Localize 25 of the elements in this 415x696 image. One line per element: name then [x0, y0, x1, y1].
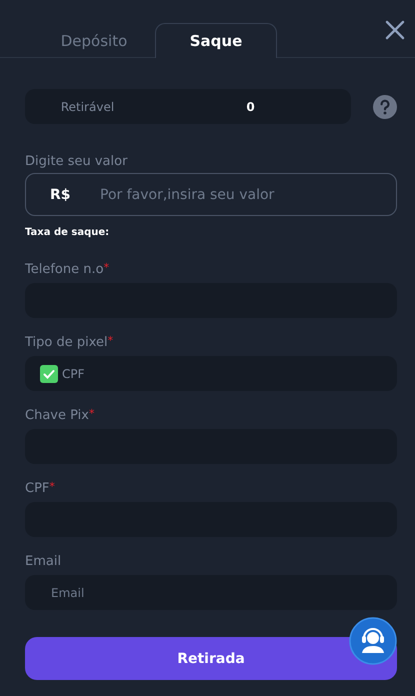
required-mark: *: [108, 335, 114, 346]
required-mark: *: [88, 408, 94, 419]
currency-label: R$: [50, 186, 72, 202]
tab[interactable]: Saque: [155, 23, 277, 58]
amount-input[interactable]: Por favor,insira seu valor: [98, 186, 396, 204]
required-mark: *: [104, 262, 110, 273]
help-icon[interactable]: [373, 94, 397, 118]
amount-field[interactable]: R$ Por favor,insira seu valor: [25, 173, 397, 216]
required-mark: *: [49, 481, 55, 492]
tab[interactable]: Depósito: [33, 23, 155, 57]
close-icon[interactable]: [385, 20, 405, 40]
field-label: Email: [25, 554, 62, 569]
checkbox[interactable]: [40, 364, 58, 382]
field-label: CPF: [25, 481, 50, 496]
balance-label: Retirável: [60, 100, 116, 114]
fee-label: Taxa de saque:: [25, 227, 110, 238]
balance-value: 0: [245, 100, 256, 114]
field-label: Chave Pix: [25, 408, 89, 423]
withdraw-button[interactable]: Retirada: [25, 637, 397, 680]
option-label: CPF: [62, 366, 85, 380]
input-field[interactable]: Email: [25, 575, 397, 610]
support-agent-icon[interactable]: [349, 617, 397, 665]
field-label: Tipo de pixel: [25, 335, 108, 350]
field-label: Telefone n.o: [25, 262, 104, 277]
field-label: Digite seu valor: [25, 154, 128, 169]
